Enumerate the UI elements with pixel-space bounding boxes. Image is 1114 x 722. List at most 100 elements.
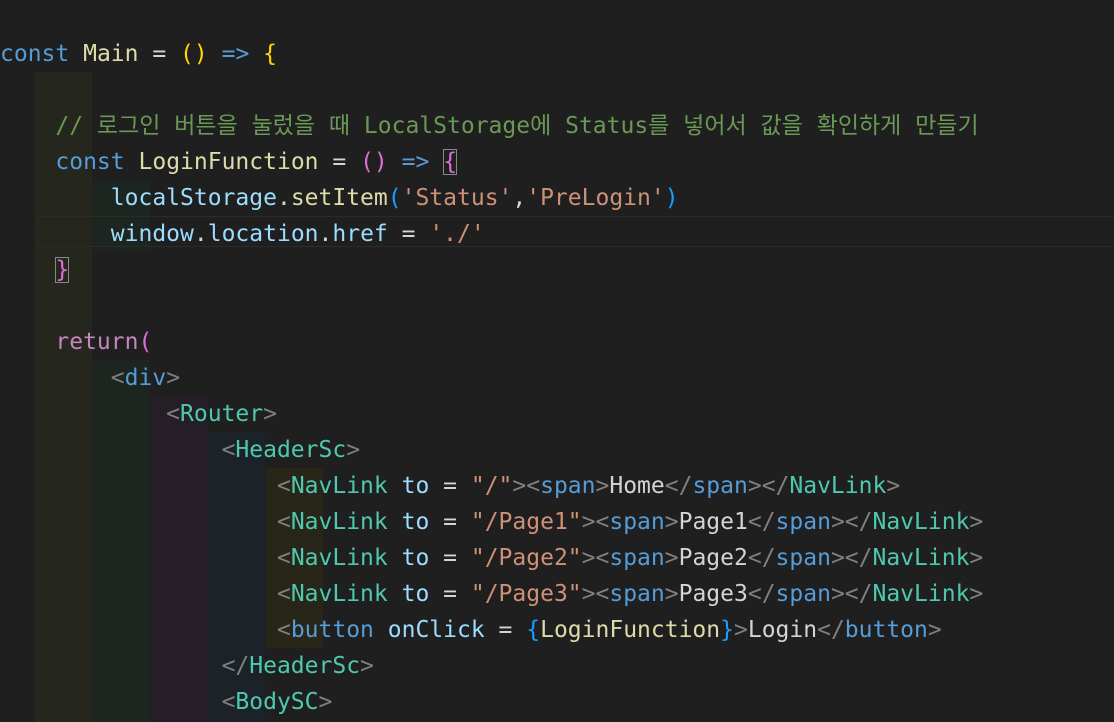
- code-token: >: [969, 581, 984, 607]
- code-line[interactable]: return(: [0, 324, 152, 360]
- code-token: .: [193, 221, 208, 247]
- code-token: NavLink: [872, 509, 970, 535]
- code-token: <: [276, 545, 291, 571]
- code-token: ></: [830, 581, 873, 607]
- code-token: <: [276, 473, 291, 499]
- code-token: </: [747, 581, 776, 607]
- code-token: =: [318, 149, 361, 175]
- code-token: </: [817, 617, 845, 643]
- code-line[interactable]: localStorage.setItem('Status','PreLogin'…: [0, 180, 679, 216]
- code-token: "/": [470, 473, 513, 499]
- code-token: return: [55, 329, 139, 355]
- code-line[interactable]: }: [0, 252, 70, 288]
- code-token: const: [55, 149, 125, 175]
- code-token: onClick: [387, 617, 485, 643]
- code-token: >: [886, 473, 901, 499]
- code-token: {: [443, 149, 458, 175]
- code-line[interactable]: <NavLink to = "/Page2"><span>Page2</span…: [0, 540, 983, 576]
- code-token: >: [664, 509, 679, 535]
- code-token: span: [609, 545, 665, 571]
- code-token: HeaderSc: [249, 653, 361, 679]
- code-token: "/Page2": [470, 545, 582, 571]
- code-editor[interactable]: const Main = () => { // 로그인 버튼을 눌렀을 때 Lo…: [0, 0, 1114, 722]
- code-line[interactable]: <NavLink to = "/Page3"><span>Page3</span…: [0, 576, 983, 612]
- code-token: LoginFunction: [540, 617, 721, 643]
- code-token: span: [540, 473, 596, 499]
- code-token: NavLink: [290, 581, 388, 607]
- code-token: button: [844, 617, 928, 643]
- code-token: <: [110, 365, 125, 391]
- code-token: span: [775, 581, 831, 607]
- code-line[interactable]: <HeaderSc>: [0, 432, 361, 468]
- code-line[interactable]: <Router>: [0, 396, 277, 432]
- code-token: 'PreLogin': [526, 185, 665, 211]
- code-token: to: [401, 473, 430, 499]
- code-token: NavLink: [789, 473, 887, 499]
- code-token: Page3: [678, 581, 748, 607]
- code-token: ></: [747, 473, 790, 499]
- code-token: >: [969, 509, 984, 535]
- code-token: >: [595, 473, 610, 499]
- code-token: }: [55, 257, 70, 283]
- code-token: </: [664, 473, 693, 499]
- code-line[interactable]: <div>: [0, 360, 180, 396]
- code-token: =: [387, 221, 430, 247]
- code-token: >: [969, 545, 984, 571]
- code-token: // 로그인 버튼을 눌렀을 때 LocalStorage에 Status를 넣…: [55, 113, 979, 139]
- code-token: HeaderSc: [235, 437, 347, 463]
- code-token: ><: [512, 473, 541, 499]
- code-token: ><: [581, 509, 610, 535]
- code-token: BodySC: [235, 689, 319, 715]
- code-line[interactable]: // 로그인 버튼을 눌렀을 때 LocalStorage에 Status를 넣…: [0, 108, 979, 144]
- code-token: ,: [512, 185, 527, 211]
- code-line[interactable]: const Main = () => {: [0, 36, 277, 72]
- code-token: </: [221, 653, 250, 679]
- code-token: =>: [221, 41, 250, 67]
- code-token: localStorage: [110, 185, 277, 211]
- code-token: (): [180, 41, 208, 67]
- code-token: >: [927, 617, 942, 643]
- code-token: ><: [581, 581, 610, 607]
- code-token: NavLink: [872, 545, 970, 571]
- code-token: Router: [180, 401, 264, 427]
- code-token: Main: [83, 41, 139, 67]
- code-line[interactable]: </HeaderSc>: [0, 648, 374, 684]
- code-line[interactable]: <NavLink to = "/"><span>Home</span></Nav…: [0, 468, 900, 504]
- code-token: to: [401, 581, 430, 607]
- code-token: Home: [609, 473, 665, 499]
- code-token: ></: [830, 509, 873, 535]
- code-line[interactable]: const LoginFunction = () => {: [0, 144, 458, 180]
- code-token: ></: [830, 545, 873, 571]
- code-line[interactable]: <NavLink to = "/Page1"><span>Page1</span…: [0, 504, 983, 540]
- code-token: >: [360, 653, 374, 679]
- code-token: location: [207, 221, 319, 247]
- code-token: button: [290, 617, 374, 643]
- code-token: to: [401, 545, 430, 571]
- code-token: (): [360, 149, 388, 175]
- code-line[interactable]: <BodySC>: [0, 684, 333, 720]
- code-token: >: [664, 545, 679, 571]
- code-token: './': [429, 221, 485, 247]
- code-token: window: [110, 221, 194, 247]
- code-token: {: [263, 41, 278, 67]
- code-token: <: [221, 689, 236, 715]
- code-token: >: [318, 689, 333, 715]
- code-token: const: [0, 41, 70, 67]
- code-token: setItem: [290, 185, 388, 211]
- code-token: Page2: [678, 545, 748, 571]
- code-token: Login: [747, 617, 818, 643]
- code-token: =: [429, 545, 471, 571]
- code-line[interactable]: <button onClick = {LoginFunction}>Login<…: [0, 612, 942, 648]
- code-token: "/Page1": [470, 509, 582, 535]
- code-token: href: [332, 221, 388, 247]
- code-token: .: [318, 221, 333, 247]
- code-line[interactable]: window.location.href = './': [0, 216, 485, 252]
- code-token: div: [124, 365, 167, 391]
- code-token: NavLink: [872, 581, 970, 607]
